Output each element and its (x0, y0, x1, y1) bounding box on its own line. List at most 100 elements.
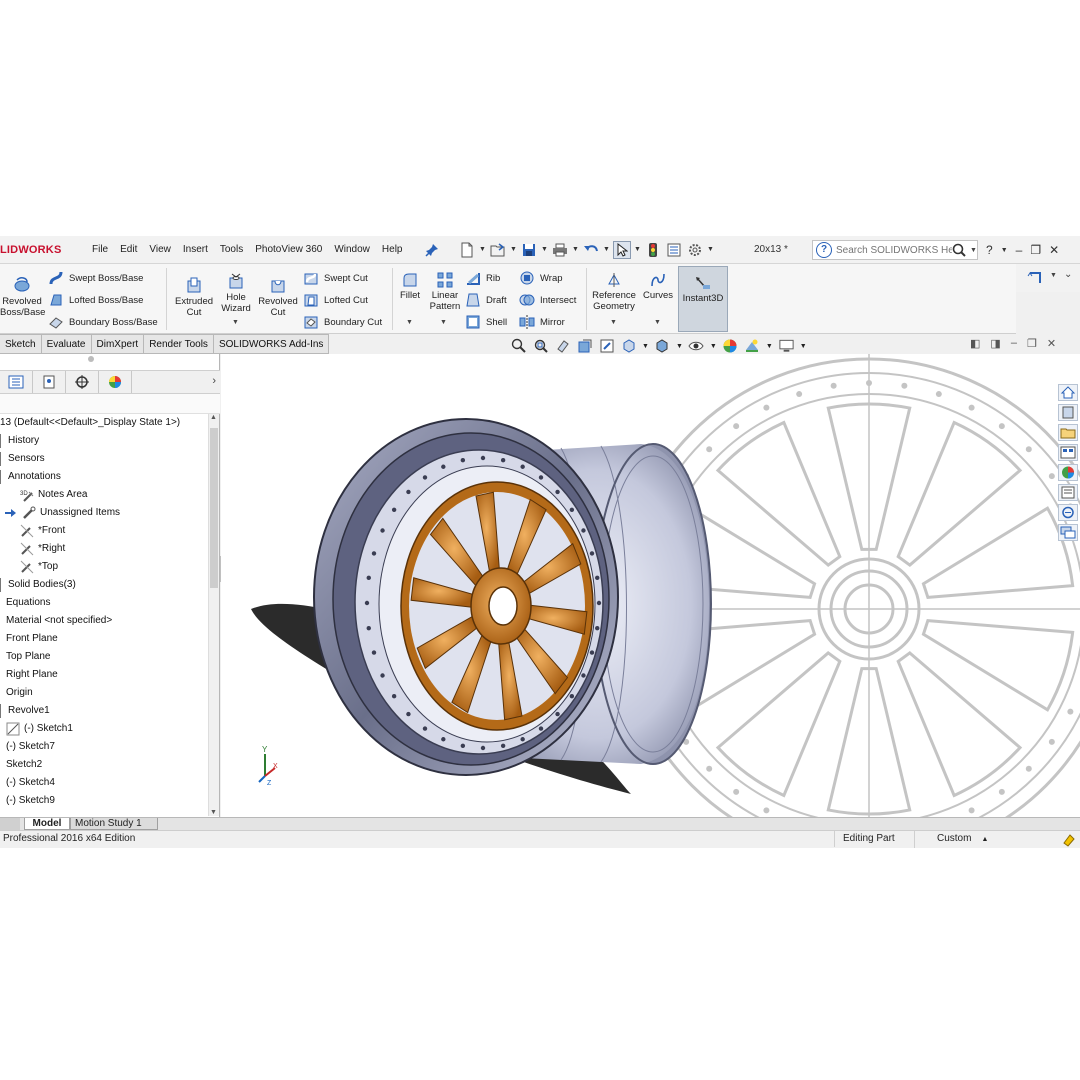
draft-button[interactable]: Draft (465, 290, 507, 310)
lofted-boss-button[interactable]: Lofted Boss/Base (48, 290, 143, 310)
panel-expand-arrow-icon[interactable]: › (212, 375, 216, 387)
apply-scene-icon[interactable] (744, 338, 761, 355)
options-dropdown-icon[interactable]: ▼ (707, 241, 714, 259)
rebuild-status-icon[interactable] (1062, 833, 1076, 847)
design-library-icon[interactable] (1058, 404, 1078, 421)
menu-file[interactable]: File (86, 236, 114, 264)
scroll-up-icon[interactable]: ▲ (210, 414, 217, 421)
mirror-button[interactable]: Mirror (519, 312, 565, 332)
tree-item-history[interactable]: History (0, 432, 39, 450)
zoom-to-fit-icon[interactable] (510, 338, 527, 355)
tree-item-sketch2[interactable]: Sketch2 (6, 756, 42, 774)
edit-appearance-icon[interactable] (722, 338, 739, 355)
lofted-cut-button[interactable]: Lofted Cut (303, 290, 368, 310)
tree-item-sensors[interactable]: Sensors (0, 450, 45, 468)
tree-item-annotations[interactable]: Annotations (0, 468, 61, 486)
solidworks-resources-home-icon[interactable] (1058, 384, 1078, 401)
hide-show-dropdown-icon[interactable]: ▼ (710, 343, 717, 350)
search-icon[interactable] (952, 243, 966, 257)
minimize-icon[interactable]: – (1016, 243, 1023, 257)
intersect-button[interactable]: Intersect (519, 290, 576, 310)
file-properties-icon[interactable] (665, 241, 683, 259)
open-dropdown-icon[interactable]: ▼ (510, 241, 517, 259)
close-icon[interactable]: ✕ (1049, 243, 1059, 257)
select-pointer-icon[interactable] (613, 241, 631, 259)
view-orientation-dropdown-icon[interactable]: ▼ (642, 343, 649, 350)
swept-boss-button[interactable]: Swept Boss/Base (48, 268, 143, 288)
graphics-area[interactable]: Y X Z (221, 354, 1080, 817)
menu-photoview[interactable]: PhotoView 360 (249, 236, 328, 264)
shell-button[interactable]: Shell (465, 312, 507, 332)
hole-wizard-button[interactable]: Hole Wizard (216, 272, 256, 314)
tab-render-tools[interactable]: Render Tools (144, 334, 214, 354)
reference-geometry-button[interactable]: Reference Geometry (590, 272, 638, 312)
fillet-dropdown-icon[interactable]: ▼ (406, 319, 413, 326)
print-dropdown-icon[interactable]: ▼ (572, 241, 579, 259)
tree-item-solid-bodies[interactable]: Solid Bodies(3) (0, 576, 76, 594)
tab-sketch[interactable]: Sketch (0, 334, 42, 354)
scene-dropdown-icon[interactable]: ▼ (766, 343, 773, 350)
viewport-restore-icon[interactable]: ❐ (1027, 337, 1037, 355)
select-dropdown-icon[interactable]: ▼ (634, 241, 641, 259)
tree-item-top-plane[interactable]: Top Plane (6, 648, 50, 666)
sketch-orientation-icon[interactable] (1026, 270, 1044, 286)
reference-geometry-dropdown-icon[interactable]: ▼ (610, 319, 617, 326)
viewport-close-icon[interactable]: ✕ (1047, 337, 1056, 355)
hole-wizard-dropdown-icon[interactable]: ▼ (232, 319, 239, 326)
rebuild-icon[interactable] (644, 241, 662, 259)
feature-tree-filter[interactable] (0, 394, 220, 414)
rib-button[interactable]: Rib (465, 268, 500, 288)
viewport-nav-back-icon[interactable]: ◧ (970, 337, 980, 355)
zoom-to-area-icon[interactable] (532, 338, 549, 355)
menu-edit[interactable]: Edit (114, 236, 143, 264)
wrap-button[interactable]: Wrap (519, 268, 563, 288)
feature-tree-scrollbar[interactable]: ▲ ▼ (208, 414, 219, 816)
expand-chevron-icon[interactable]: ⌄ (1064, 269, 1072, 280)
solidworks-logo[interactable]: LIDWORKS (0, 239, 68, 261)
menu-help[interactable]: Help (376, 236, 409, 264)
tab-solidworks-addins[interactable]: SOLIDWORKS Add-Ins (213, 334, 330, 354)
help-search-input[interactable] (836, 244, 952, 256)
revolved-cut-button[interactable]: Revolved Cut (256, 276, 300, 318)
section-view-icon[interactable] (576, 338, 593, 355)
tree-item-revolve1[interactable]: Revolve1 (0, 702, 50, 720)
help-menu-icon[interactable]: ? (986, 243, 993, 257)
swept-cut-button[interactable]: Swept Cut (303, 268, 368, 288)
previous-view-icon[interactable] (554, 338, 571, 355)
help-search-box[interactable]: ? ▼ (812, 240, 978, 260)
scroll-down-icon[interactable]: ▼ (210, 809, 217, 816)
open-document-icon[interactable] (489, 241, 507, 259)
tab-evaluate[interactable]: Evaluate (41, 334, 92, 354)
tree-item-sketch4[interactable]: (-) Sketch4 (6, 774, 55, 792)
view-settings-dropdown-icon[interactable]: ▼ (800, 343, 807, 350)
tab-dimxpert[interactable]: DimXpert (91, 334, 145, 354)
display-manager-icon[interactable] (99, 371, 132, 393)
tree-item-sketch7[interactable]: (-) Sketch7 (6, 738, 55, 756)
extruded-cut-button[interactable]: Extruded Cut (172, 276, 216, 318)
view-settings-icon[interactable] (778, 338, 795, 355)
fillet-button[interactable]: Fillet (396, 272, 424, 301)
configuration-manager-icon[interactable] (66, 371, 99, 393)
featuremanager-tree-icon[interactable] (0, 371, 33, 393)
pin-menu-icon[interactable] (425, 243, 439, 257)
tree-item-right-plane[interactable]: Right Plane (6, 666, 58, 684)
new-document-icon[interactable] (458, 241, 476, 259)
print-icon[interactable] (551, 241, 569, 259)
view-palette-icon[interactable] (1058, 444, 1078, 461)
status-units[interactable]: Custom ▲ (914, 831, 1014, 848)
tree-item-sketch9[interactable]: (-) Sketch9 (6, 792, 55, 810)
new-dropdown-icon[interactable]: ▼ (479, 241, 486, 259)
curves-dropdown-icon[interactable]: ▼ (654, 319, 661, 326)
tree-item-unassigned-items[interactable]: Unassigned Items (4, 504, 120, 522)
hide-show-items-icon[interactable] (688, 338, 705, 355)
tab-motion-study-1[interactable]: Motion Study 1 (70, 818, 158, 830)
tree-item-front-view[interactable]: *Front (20, 522, 65, 540)
restore-icon[interactable]: ❐ (1030, 243, 1041, 257)
tree-item-right-view[interactable]: *Right (20, 540, 65, 558)
tree-item-origin[interactable]: Origin (6, 684, 33, 702)
viewport-minimize-icon[interactable]: – (1011, 337, 1017, 355)
solidworks-forum-icon[interactable] (1058, 504, 1078, 521)
options-gear-icon[interactable] (686, 241, 704, 259)
pattern-dropdown-icon[interactable]: ▼ (440, 319, 447, 326)
save-dropdown-icon[interactable]: ▼ (541, 241, 548, 259)
